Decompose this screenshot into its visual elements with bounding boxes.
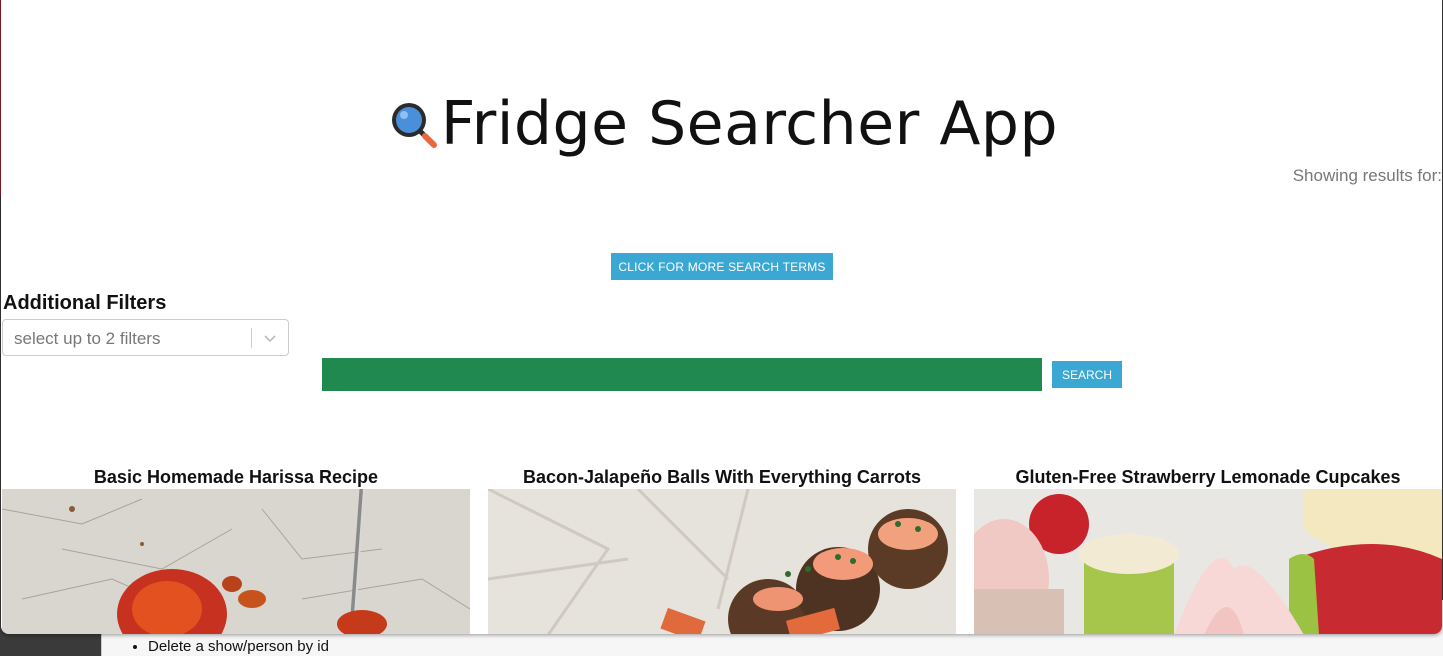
search-button[interactable]: SEARCH [1052, 361, 1122, 388]
additional-filters-heading: Additional Filters [3, 292, 167, 314]
recipe-card[interactable]: Basic Homemade Harissa Recipe [2, 462, 470, 634]
recipe-image[interactable] [2, 489, 470, 634]
app-title: Fridge Searcher App [440, 89, 1059, 159]
recipe-title[interactable]: Basic Homemade Harissa Recipe [2, 462, 470, 489]
filters-placeholder: select up to 2 filters [14, 329, 161, 348]
select-separator [251, 328, 252, 348]
background-list-item: Delete a show/person by id [148, 638, 329, 655]
chevron-down-icon[interactable] [262, 330, 278, 346]
header: Fridge Searcher App [1, 84, 1442, 164]
showing-results-label: Showing results for: [1292, 166, 1442, 185]
recipe-image[interactable] [488, 489, 956, 634]
recipe-card[interactable]: Gluten-Free Strawberry Lemonade Cupcakes [974, 462, 1442, 634]
recipe-card[interactable]: Bacon-Jalapeño Balls With Everything Car… [488, 462, 956, 634]
magnifier-icon [391, 103, 437, 148]
recipe-title[interactable]: Gluten-Free Strawberry Lemonade Cupcakes [974, 462, 1442, 489]
more-search-terms-button[interactable]: CLICK FOR MORE SEARCH TERMS [611, 253, 833, 280]
recipe-image[interactable] [974, 489, 1442, 634]
app-window: Fridge Searcher App Showing results for:… [1, 0, 1442, 634]
filters-select[interactable]: select up to 2 filters [2, 319, 289, 356]
ingredient-search-input[interactable] [322, 358, 1042, 391]
recipe-title[interactable]: Bacon-Jalapeño Balls With Everything Car… [488, 462, 956, 489]
background-list: Delete a show/person by id [148, 638, 329, 655]
